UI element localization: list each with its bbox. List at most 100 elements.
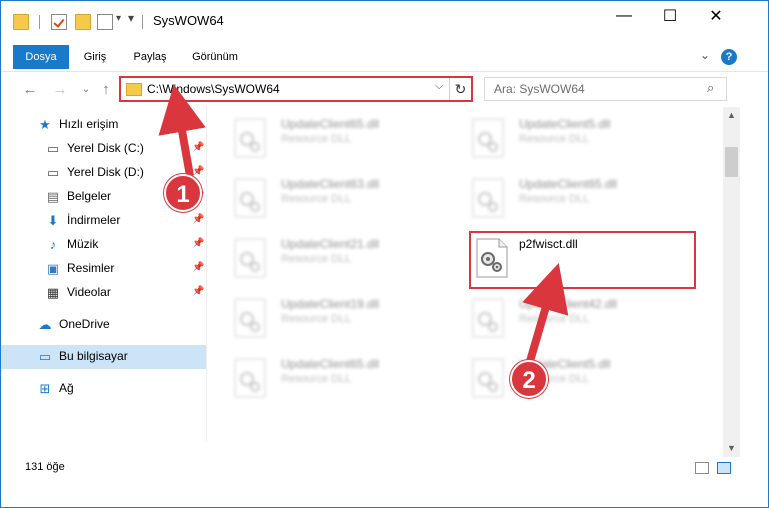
file-item[interactable]: UpdateClient63.dll Resource DLL bbox=[233, 173, 453, 225]
sidebar-item-label: Yerel Disk (D:) bbox=[67, 165, 144, 179]
pin-icon[interactable]: 📌 bbox=[192, 262, 204, 273]
search-input[interactable]: Ara: SysWOW64 ⌕ bbox=[484, 77, 727, 101]
drive-icon: ▭ bbox=[46, 141, 60, 156]
sidebar-item-music[interactable]: ♪ Müzik 📌 bbox=[1, 233, 206, 257]
file-name: UpdateClient65.dll bbox=[281, 117, 380, 131]
file-type: Resource DLL bbox=[519, 313, 590, 325]
sidebar-item-network[interactable]: ⊞ Ağ bbox=[1, 377, 206, 401]
file-name: UpdateClient65.dll bbox=[519, 177, 618, 191]
minimize-button[interactable]: — bbox=[601, 1, 647, 31]
file-item[interactable]: UpdateClient65.dll Resource DLL bbox=[233, 113, 453, 165]
dll-file-icon bbox=[234, 118, 266, 158]
sidebar-item-label: Bu bilgisayar bbox=[59, 349, 128, 363]
file-name: UpdateClient42.dll bbox=[519, 297, 618, 311]
status-bar: 131 öğe bbox=[1, 457, 768, 479]
tab-view[interactable]: Görünüm bbox=[185, 45, 245, 69]
music-icon: ♪ bbox=[49, 237, 57, 252]
vertical-scrollbar[interactable]: ▲ ▼ bbox=[723, 107, 740, 457]
file-type: Resource DLL bbox=[281, 313, 352, 325]
picture-icon: ▣ bbox=[46, 261, 60, 276]
folder-icon bbox=[126, 83, 142, 96]
sidebar-item-local-disk-c[interactable]: ▭ Yerel Disk (C:) 📌 bbox=[1, 137, 206, 161]
help-button[interactable]: ? bbox=[721, 49, 737, 65]
sidebar-item-label: Resimler bbox=[67, 261, 115, 275]
file-type: Resource DLL bbox=[519, 193, 590, 205]
pin-icon[interactable]: 📌 bbox=[192, 238, 204, 249]
file-name: UpdateClient65.dll bbox=[281, 357, 380, 371]
up-button[interactable]: ↑ bbox=[95, 78, 117, 100]
recent-locations-icon[interactable]: ⌄ bbox=[75, 78, 97, 100]
star-icon: ★ bbox=[39, 117, 51, 132]
sidebar-item-this-pc[interactable]: ▭ Bu bilgisayar bbox=[1, 345, 206, 369]
explorer-window: ▾ ▾ SysWOW64 — ☐ ✕ Dosya Giriş Paylaş Gö… bbox=[0, 0, 769, 508]
dll-file-icon bbox=[234, 298, 266, 338]
download-icon: ⬇ bbox=[47, 213, 59, 228]
expand-ribbon-icon[interactable]: ⌄ bbox=[700, 48, 710, 62]
title-bar: ▾ ▾ SysWOW64 — ☐ ✕ bbox=[1, 1, 768, 39]
sidebar-item-label: Yerel Disk (C:) bbox=[67, 141, 144, 155]
sidebar-item-downloads[interactable]: ⬇ İndirmeler 📌 bbox=[1, 209, 206, 233]
scroll-down-icon[interactable]: ▼ bbox=[723, 440, 740, 457]
file-name: UpdateClient5.dll bbox=[519, 117, 611, 131]
pin-icon[interactable]: 📌 bbox=[192, 166, 204, 177]
maximize-button[interactable]: ☐ bbox=[647, 1, 693, 31]
forward-button[interactable]: → bbox=[49, 78, 71, 100]
address-bar[interactable]: C:\Windows\SysWOW64 ⌵ ↻ bbox=[119, 76, 473, 102]
file-item[interactable]: UpdateClient19.dll Resource DLL bbox=[233, 293, 453, 345]
file-item[interactable]: UpdateClient5.dll Resource DLL bbox=[471, 353, 691, 405]
pin-icon[interactable]: 📌 bbox=[192, 286, 204, 297]
dll-file-icon bbox=[472, 298, 504, 338]
properties-icon[interactable] bbox=[51, 14, 67, 30]
pin-icon[interactable]: 📌 bbox=[192, 214, 204, 225]
cloud-icon: ☁ bbox=[38, 317, 52, 332]
tab-share[interactable]: Paylaş bbox=[125, 45, 175, 69]
sidebar-item-label: Ağ bbox=[59, 381, 74, 395]
file-item[interactable]: UpdateClient65.dll Resource DLL bbox=[471, 173, 691, 225]
refresh-icon[interactable]: ↻ bbox=[449, 78, 471, 100]
file-item[interactable]: UpdateClient65.dll Resource DLL bbox=[233, 353, 453, 405]
back-button[interactable]: ← bbox=[19, 78, 41, 100]
dll-file-icon bbox=[472, 178, 504, 218]
step-2-badge: 2 bbox=[510, 360, 548, 398]
item-count: 131 öğe bbox=[25, 461, 65, 473]
chevron-down-icon[interactable]: ⌵ bbox=[435, 80, 443, 93]
video-icon: ▦ bbox=[46, 285, 60, 300]
large-icons-view-icon[interactable] bbox=[717, 462, 731, 474]
details-view-icon[interactable] bbox=[695, 462, 709, 474]
file-type: Resource DLL bbox=[281, 133, 352, 145]
dll-file-icon bbox=[234, 238, 266, 278]
sidebar-item-videos[interactable]: ▦ Videolar 📌 bbox=[1, 281, 206, 305]
new-folder-icon[interactable] bbox=[75, 14, 91, 30]
file-name: UpdateClient19.dll bbox=[281, 297, 380, 311]
pin-icon[interactable]: 📌 bbox=[192, 142, 204, 153]
window-title: SysWOW64 bbox=[153, 13, 224, 28]
tab-home[interactable]: Giriş bbox=[75, 45, 115, 69]
sidebar-item-pictures[interactable]: ▣ Resimler 📌 bbox=[1, 257, 206, 281]
close-button[interactable]: ✕ bbox=[693, 1, 739, 31]
sidebar-item-label: Belgeler bbox=[67, 189, 112, 203]
sidebar-item-quick-access[interactable]: ★ Hızlı erişim bbox=[1, 113, 206, 137]
sidebar-item-label: Hızlı erişim bbox=[59, 117, 119, 131]
file-item[interactable]: UpdateClient21.dll Resource DLL bbox=[233, 233, 453, 285]
step-1-badge: 1 bbox=[164, 174, 202, 212]
tab-file[interactable]: Dosya bbox=[13, 45, 69, 69]
sidebar-item-onedrive[interactable]: ☁ OneDrive bbox=[1, 313, 206, 337]
file-type: Resource DLL bbox=[281, 253, 352, 265]
dll-file-icon bbox=[234, 358, 266, 398]
search-placeholder: Ara: SysWOW64 bbox=[494, 82, 585, 96]
search-icon[interactable]: ⌕ bbox=[707, 80, 714, 96]
scroll-up-icon[interactable]: ▲ bbox=[723, 107, 740, 124]
drive-icon: ▭ bbox=[46, 165, 60, 180]
file-name: UpdateClient63.dll bbox=[281, 177, 380, 191]
scroll-thumb[interactable] bbox=[725, 147, 738, 177]
computer-icon: ▭ bbox=[38, 349, 52, 364]
sidebar-item-label: Videolar bbox=[67, 285, 111, 299]
dll-file-icon bbox=[472, 358, 504, 398]
customize-toolbar-icon[interactable] bbox=[97, 14, 113, 30]
file-item[interactable]: UpdateClient42.dll Resource DLL bbox=[471, 293, 691, 345]
file-item[interactable]: UpdateClient5.dll Resource DLL bbox=[471, 113, 691, 165]
address-path[interactable]: C:\Windows\SysWOW64 bbox=[147, 82, 280, 96]
file-type: Resource DLL bbox=[519, 133, 590, 145]
toolbar-dropdown-icon[interactable]: ▾ bbox=[116, 13, 121, 24]
quick-access-dropdown-icon[interactable]: ▾ bbox=[128, 11, 134, 25]
